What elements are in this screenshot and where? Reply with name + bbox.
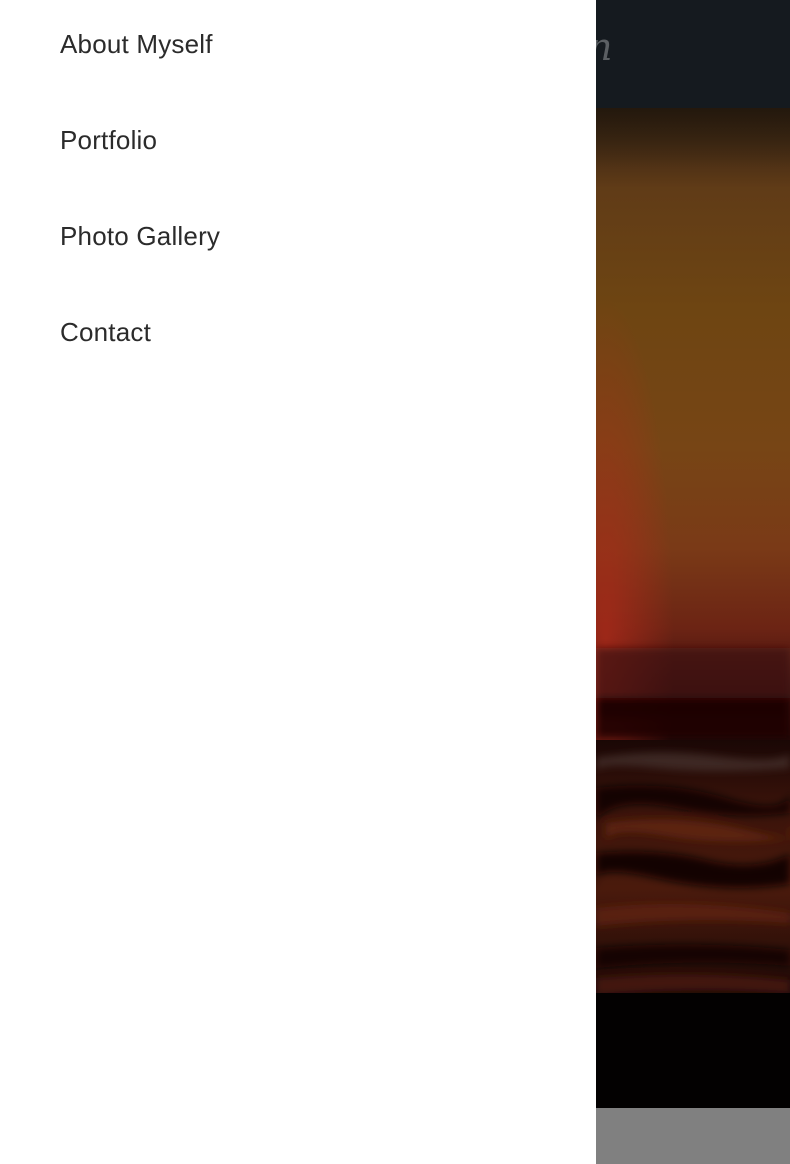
main-content-overlay[interactable]: n	[596, 0, 790, 1164]
hero-image	[596, 108, 790, 1108]
nav-item-photo-gallery[interactable]: Photo Gallery	[60, 223, 220, 249]
sunset-over-sea-photo	[596, 108, 790, 1108]
site-logo-text[interactable]: n	[596, 28, 612, 66]
nav-item-about-myself[interactable]: About Myself	[60, 31, 213, 57]
page: About Myself Portfolio Photo Gallery Con…	[0, 0, 790, 1164]
site-header: n	[596, 0, 790, 108]
nav-item-portfolio[interactable]: Portfolio	[60, 127, 157, 153]
footer-strip	[596, 1108, 790, 1164]
side-drawer-menu: About Myself Portfolio Photo Gallery Con…	[0, 0, 596, 1164]
nav-item-contact[interactable]: Contact	[60, 319, 151, 345]
